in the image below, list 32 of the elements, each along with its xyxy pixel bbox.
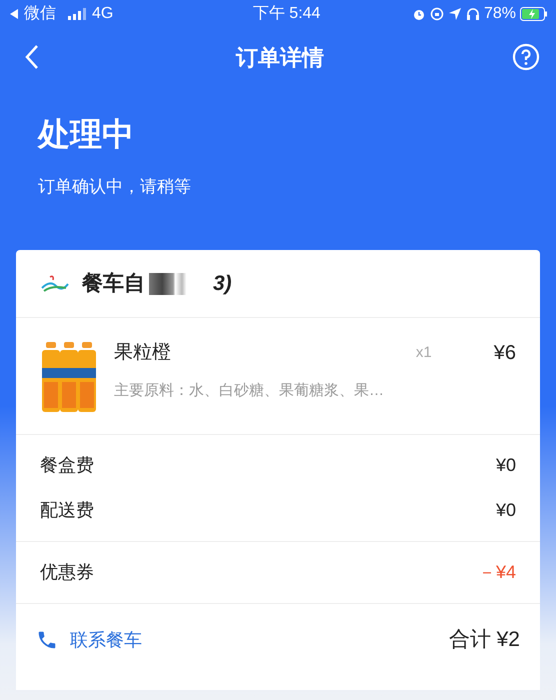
chevron-left-icon[interactable] (25, 44, 39, 70)
item-quantity: x1 (416, 342, 432, 363)
fee-label: 配送费 (40, 499, 94, 522)
fee-amount: ¥0 (496, 454, 516, 477)
status-time: 下午 5:44 (252, 4, 320, 24)
location-arrow-icon (448, 7, 462, 21)
item-price: ¥6 (494, 341, 516, 366)
order-status-title: 处理中 (38, 115, 135, 154)
page-title: 订单详情 (236, 44, 324, 72)
juice-bottles-drawing (40, 342, 98, 414)
fee-label: 餐盒费 (40, 454, 94, 477)
phone-icon[interactable] (36, 629, 58, 651)
alarm-icon (412, 7, 426, 21)
order-status-subtitle: 订单确认中，请稍等 (38, 176, 192, 198)
store-logo-icon (40, 274, 70, 294)
fee-label: 优惠券 (40, 561, 94, 584)
back-app-label[interactable]: 微信 (24, 2, 56, 26)
help-icon[interactable] (512, 43, 540, 71)
item-name: 果粒橙 (114, 340, 171, 365)
store-name: 3) (213, 270, 232, 297)
headphones-icon (466, 7, 480, 21)
battery-charging-icon (520, 7, 548, 21)
item-description: 主要原料：水、白砂糖、果葡糖浆、果… (114, 381, 385, 401)
fee-amount: ¥0 (496, 499, 516, 522)
store-name: 餐车自 (82, 270, 145, 297)
order-total: 合计 ¥2 (448, 627, 520, 654)
battery-percent: 78% (484, 4, 516, 24)
back-triangle-icon[interactable] (8, 8, 20, 20)
signal-icon (68, 8, 88, 20)
contact-button[interactable]: 联系餐车 (36, 626, 142, 654)
fee-amount: －¥4 (478, 561, 516, 584)
network-label: 4G (92, 4, 114, 24)
